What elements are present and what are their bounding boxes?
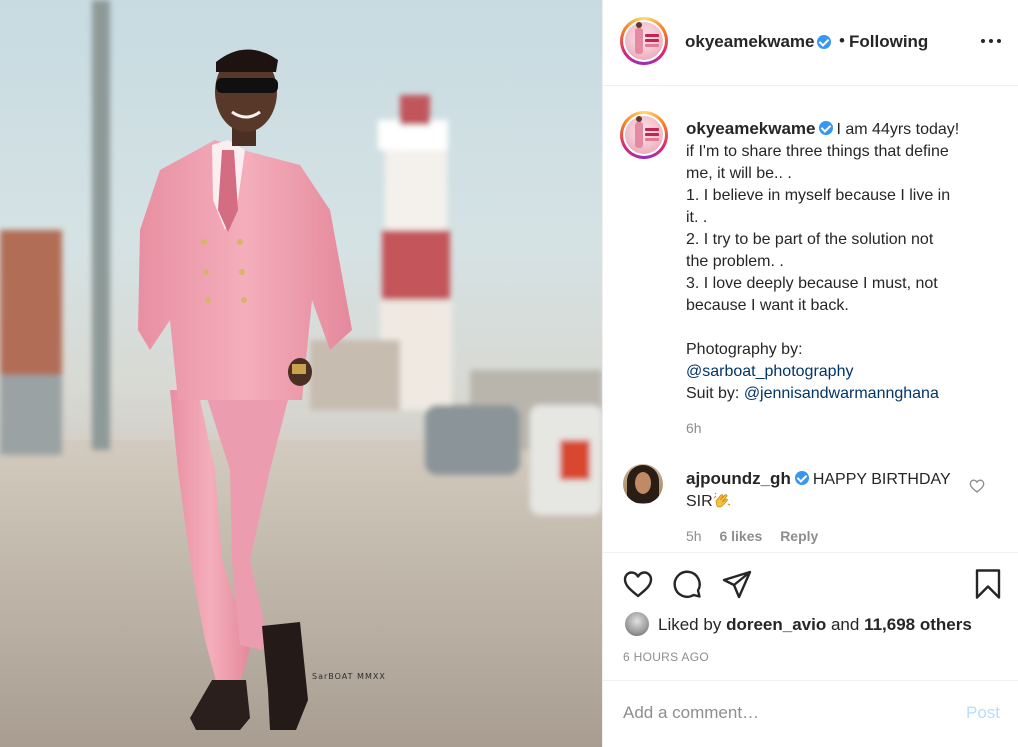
action-bar xyxy=(603,552,1018,614)
likes-text: Liked by doreen_avio and 11,698 others xyxy=(658,615,972,635)
caption-line: me, it will be.. . xyxy=(686,165,792,182)
suit-label: Suit by: xyxy=(686,385,740,402)
post-photo-illustration xyxy=(0,0,602,747)
suit-designer-mention-link[interactable]: @jennisandwarmannghana xyxy=(744,385,939,402)
photography-label: Photography by: xyxy=(686,341,803,358)
clapping-hands-icon xyxy=(713,492,730,508)
caption-line: 1. I believe in myself because I live in xyxy=(686,187,951,204)
likes-summary: Liked by doreen_avio and 11,698 others xyxy=(603,608,1018,640)
caption-line: if I'm to share three things that define xyxy=(686,143,949,160)
comment-time[interactable]: 5h xyxy=(686,528,702,544)
caption-line: I am 44yrs today! xyxy=(836,121,960,138)
caption-line: it. . xyxy=(686,209,708,226)
likes-prefix: Liked by xyxy=(658,615,722,634)
post-photo[interactable]: SarBOAT MMXX xyxy=(0,0,602,747)
comment-input[interactable] xyxy=(623,701,953,725)
author-username[interactable]: okyeamekwame xyxy=(685,32,814,52)
more-horizontal-icon[interactable] xyxy=(979,36,1003,48)
caption-author-avatar[interactable] xyxy=(620,111,668,159)
caption-username[interactable]: okyeamekwame xyxy=(686,119,815,138)
following-button[interactable]: Following xyxy=(849,32,928,52)
post-timestamp[interactable]: 6 HOURS AGO xyxy=(623,650,709,664)
caption-line: the problem. . xyxy=(686,253,784,270)
comment-reply-button[interactable]: Reply xyxy=(780,528,818,544)
add-comment-bar: Post xyxy=(603,680,1018,747)
photographer-mention-link[interactable]: @sarboat_photography xyxy=(686,363,853,380)
author-avatar[interactable] xyxy=(620,17,668,65)
comment-item: ajpoundz_gh HAPPY BIRTHDAY SIR 5h 6 likes… xyxy=(603,462,1018,552)
caption-timestamp[interactable]: 6h xyxy=(686,420,702,436)
comment-meta: 5h 6 likes Reply xyxy=(686,528,832,544)
post-comment-button[interactable]: Post xyxy=(966,703,1000,723)
likes-joiner: and xyxy=(830,615,860,634)
comment-icon[interactable] xyxy=(671,568,703,600)
post-side-panel: okyeamekwame • Following okyeamekwame I a… xyxy=(603,0,1018,747)
caption-line: 2. I try to be part of the solution not xyxy=(686,231,934,248)
caption-text: okyeamekwame I am 44yrs today! if I'm to … xyxy=(686,118,986,405)
bookmark-icon[interactable] xyxy=(972,568,1004,600)
paper-plane-icon[interactable] xyxy=(721,568,753,600)
photo-watermark: SarBOAT MMXX xyxy=(312,672,386,681)
liker-username-link[interactable]: doreen_avio xyxy=(726,615,826,634)
comment-body-cont: SIR xyxy=(686,493,713,510)
caption-line: because I want it back. xyxy=(686,297,849,314)
likes-others-link[interactable]: 11,698 others xyxy=(864,615,972,634)
caption-line: 3. I love deeply because I must, not xyxy=(686,275,938,292)
commenter-username[interactable]: ajpoundz_gh xyxy=(686,469,791,488)
comment-like-heart-icon[interactable] xyxy=(969,478,985,494)
comment-likes-count[interactable]: 6 likes xyxy=(719,528,762,544)
header-separator: • xyxy=(839,31,845,50)
comment-body: HAPPY BIRTHDAY xyxy=(812,471,951,488)
verified-badge-icon xyxy=(817,35,831,49)
verified-badge-icon xyxy=(819,121,834,135)
heart-icon[interactable] xyxy=(622,568,654,600)
commenter-avatar[interactable] xyxy=(623,464,663,504)
liker-avatar[interactable] xyxy=(625,612,649,636)
verified-badge-icon xyxy=(794,471,809,485)
post-header: okyeamekwame • Following xyxy=(603,0,1018,86)
comment-text: ajpoundz_gh HAPPY BIRTHDAY SIR xyxy=(686,468,966,513)
